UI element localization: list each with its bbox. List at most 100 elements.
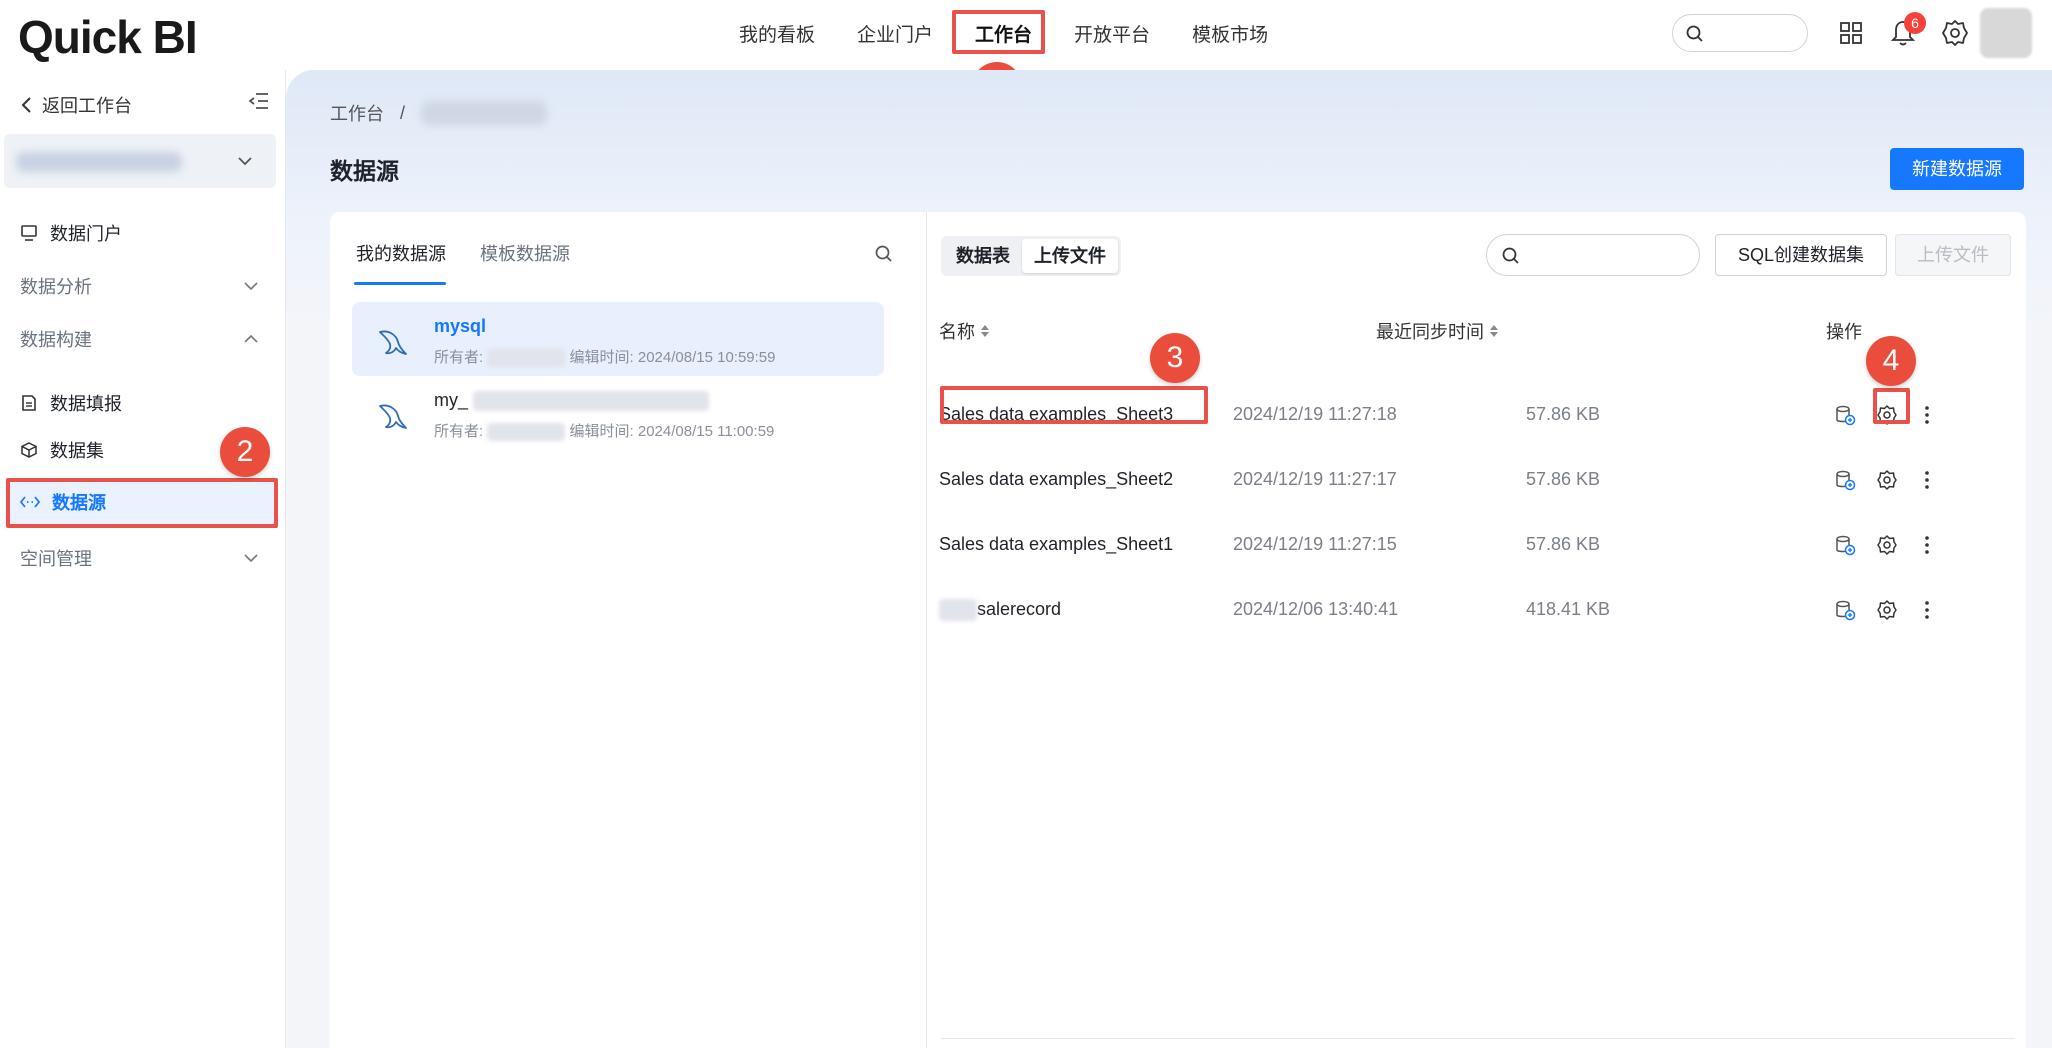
mysql-dolphin-icon bbox=[379, 330, 407, 355]
search-icon bbox=[1686, 25, 1703, 42]
datasource-name: mysql bbox=[434, 316, 487, 336]
row-sync-time: 2024/12/19 11:27:15 bbox=[1233, 534, 1397, 554]
table-row[interactable]: Sales data examples_Sheet2 2024/12/19 11… bbox=[927, 449, 2027, 513]
sidebar-group-data-analysis[interactable]: 数据分析 bbox=[20, 273, 260, 299]
more-vertical-icon[interactable] bbox=[1915, 598, 1939, 622]
settings-gear-icon[interactable] bbox=[1875, 468, 1899, 492]
notification-count-badge: 6 bbox=[1904, 12, 1926, 34]
row-size: 57.86 KB bbox=[1526, 534, 1601, 554]
sidebar-group-data-build[interactable]: 数据构建 bbox=[20, 326, 260, 352]
nav-workbench[interactable]: 工作台 bbox=[975, 20, 1032, 47]
nav-open-platform[interactable]: 开放平台 bbox=[1074, 20, 1150, 47]
nav-my-dashboard[interactable]: 我的看板 bbox=[739, 20, 815, 47]
active-tab-indicator bbox=[354, 282, 446, 285]
back-label: 返回工作台 bbox=[42, 96, 132, 116]
breadcrumb: 工作台 / bbox=[330, 100, 548, 126]
column-header-actions: 操作 bbox=[1826, 318, 1862, 344]
segment-uploaded-files[interactable]: 上传文件 bbox=[1022, 239, 1118, 273]
column-header-label: 名称 bbox=[939, 322, 975, 342]
create-dataset-icon[interactable] bbox=[1833, 403, 1857, 427]
workspace-selector[interactable] bbox=[4, 134, 276, 188]
global-search-input[interactable] bbox=[1672, 14, 1808, 52]
new-datasource-button[interactable]: 新建数据源 bbox=[1890, 148, 2024, 190]
row-name[interactable]: salerecord bbox=[939, 599, 1062, 622]
breadcrumb-root[interactable]: 工作台 bbox=[330, 100, 384, 126]
settings-gear-icon[interactable] bbox=[1875, 598, 1899, 622]
row-size: 418.41 KB bbox=[1526, 599, 1611, 619]
sidebar-item-label: 数据门户 bbox=[50, 224, 122, 244]
breadcrumb-current-redacted bbox=[421, 101, 548, 125]
chevron-down-icon bbox=[238, 157, 252, 166]
chevron-down-icon bbox=[244, 282, 258, 291]
search-icon[interactable] bbox=[874, 244, 894, 264]
workspace-name-redacted bbox=[16, 152, 182, 172]
column-header-label: 最近同步时间 bbox=[1376, 322, 1484, 342]
nav-enterprise-portal[interactable]: 企业门户 bbox=[857, 20, 933, 47]
chevron-down-icon bbox=[244, 554, 258, 563]
gear-icon[interactable] bbox=[1940, 18, 1970, 48]
row-size: 57.86 KB bbox=[1526, 404, 1601, 424]
column-header-label: 操作 bbox=[1826, 322, 1862, 342]
sidebar-item-dataset[interactable]: 数据集 bbox=[20, 437, 104, 463]
table-row[interactable]: Sales data examples_Sheet1 2024/12/19 11… bbox=[927, 514, 2027, 578]
create-dataset-icon[interactable] bbox=[1833, 598, 1857, 622]
upload-file-button[interactable]: 上传文件 bbox=[1895, 234, 2011, 276]
row-name-text: salerecord bbox=[977, 599, 1062, 619]
sidebar-group-space-management[interactable]: 空间管理 bbox=[20, 545, 260, 571]
top-nav: 我的看板 企业门户 工作台 开放平台 模板市场 bbox=[718, 0, 1289, 66]
tab-my-datasources[interactable]: 我的数据源 bbox=[356, 240, 446, 266]
apps-grid-icon[interactable] bbox=[1836, 18, 1866, 48]
row-size: 57.86 KB bbox=[1526, 469, 1601, 489]
table-list-panel: 数据表 上传文件 SQL创建数据集 上传文件 名称 最近同步时间 操作 Sale… bbox=[926, 212, 2026, 1048]
quick-bi-logo[interactable]: Quick BI bbox=[18, 10, 198, 64]
step-badge-2: 2 bbox=[220, 427, 270, 477]
mysql-dolphin-icon bbox=[379, 404, 407, 429]
column-header-name[interactable]: 名称 bbox=[939, 318, 989, 344]
chevron-up-icon bbox=[244, 334, 258, 343]
datasource-list-panel: 我的数据源 模板数据源 mysql 所有者: 编辑时间: 2024/08/15 … bbox=[330, 212, 926, 1048]
row-name[interactable]: Sales data examples_Sheet3 bbox=[939, 404, 1173, 425]
step-badge-3: 3 bbox=[1150, 333, 1200, 383]
sidebar: 返回工作台 数据门户 数据分析 数据构建 数据填报 数据集 数据源 空间管理 bbox=[0, 70, 286, 1048]
user-avatar[interactable] bbox=[1980, 8, 2032, 58]
column-header-sync-time[interactable]: 最近同步时间 bbox=[1376, 318, 1498, 344]
table-row[interactable]: salerecord 2024/12/06 13:40:41 418.41 KB bbox=[927, 579, 2027, 643]
chevron-left-icon bbox=[21, 97, 31, 113]
table-row[interactable]: Sales data examples_Sheet3 2024/12/19 11… bbox=[927, 384, 2027, 448]
page-title: 数据源 bbox=[330, 158, 399, 184]
search-icon bbox=[1502, 247, 1519, 264]
settings-gear-icon[interactable] bbox=[1875, 403, 1899, 427]
sidebar-item-datasource[interactable]: 数据源 bbox=[10, 479, 274, 525]
back-to-workbench-link[interactable]: 返回工作台 bbox=[20, 92, 132, 118]
segment-data-tables[interactable]: 数据表 bbox=[944, 239, 1022, 273]
sql-create-dataset-button[interactable]: SQL创建数据集 bbox=[1715, 234, 1887, 276]
create-dataset-icon[interactable] bbox=[1833, 468, 1857, 492]
datasource-meta: 所有者: 编辑时间: 2024/08/15 11:00:59 bbox=[434, 420, 774, 442]
sidebar-item-data-portal[interactable]: 数据门户 bbox=[20, 220, 122, 246]
sidebar-item-label: 数据集 bbox=[50, 441, 104, 461]
row-name-prefix-redacted bbox=[939, 599, 977, 622]
more-vertical-icon[interactable] bbox=[1915, 403, 1939, 427]
edit-time-label: 编辑时间: bbox=[569, 423, 634, 440]
row-sync-time: 2024/12/06 13:40:41 bbox=[1233, 599, 1399, 619]
sidebar-item-data-fill[interactable]: 数据填报 bbox=[20, 390, 122, 416]
more-vertical-icon[interactable] bbox=[1915, 468, 1939, 492]
settings-gear-icon[interactable] bbox=[1875, 533, 1899, 557]
top-bar: Quick BI 我的看板 企业门户 工作台 开放平台 模板市场 6 bbox=[0, 0, 2052, 70]
main-content: 工作台 / 数据源 新建数据源 我的数据源 模板数据源 mysql 所有者: 编… bbox=[286, 70, 2052, 1048]
code-arrows-icon bbox=[20, 496, 40, 508]
table-search-input[interactable] bbox=[1486, 234, 1700, 276]
datasource-name: my_ bbox=[434, 390, 710, 412]
owner-name-redacted bbox=[487, 423, 566, 442]
collapse-sidebar-icon[interactable] bbox=[248, 90, 270, 112]
cube-icon bbox=[21, 442, 37, 458]
tab-template-datasources[interactable]: 模板数据源 bbox=[480, 240, 570, 266]
datasource-item-mysql[interactable]: mysql 所有者: 编辑时间: 2024/08/15 10:59:59 bbox=[352, 302, 884, 376]
form-icon bbox=[22, 395, 36, 411]
create-dataset-icon[interactable] bbox=[1833, 533, 1857, 557]
row-name[interactable]: Sales data examples_Sheet2 bbox=[939, 469, 1173, 490]
nav-template-market[interactable]: 模板市场 bbox=[1192, 20, 1268, 47]
datasource-item-my[interactable]: my_ 所有者: 编辑时间: 2024/08/15 11:00:59 bbox=[352, 376, 884, 450]
row-name[interactable]: Sales data examples_Sheet1 bbox=[939, 534, 1173, 555]
more-vertical-icon[interactable] bbox=[1915, 533, 1939, 557]
